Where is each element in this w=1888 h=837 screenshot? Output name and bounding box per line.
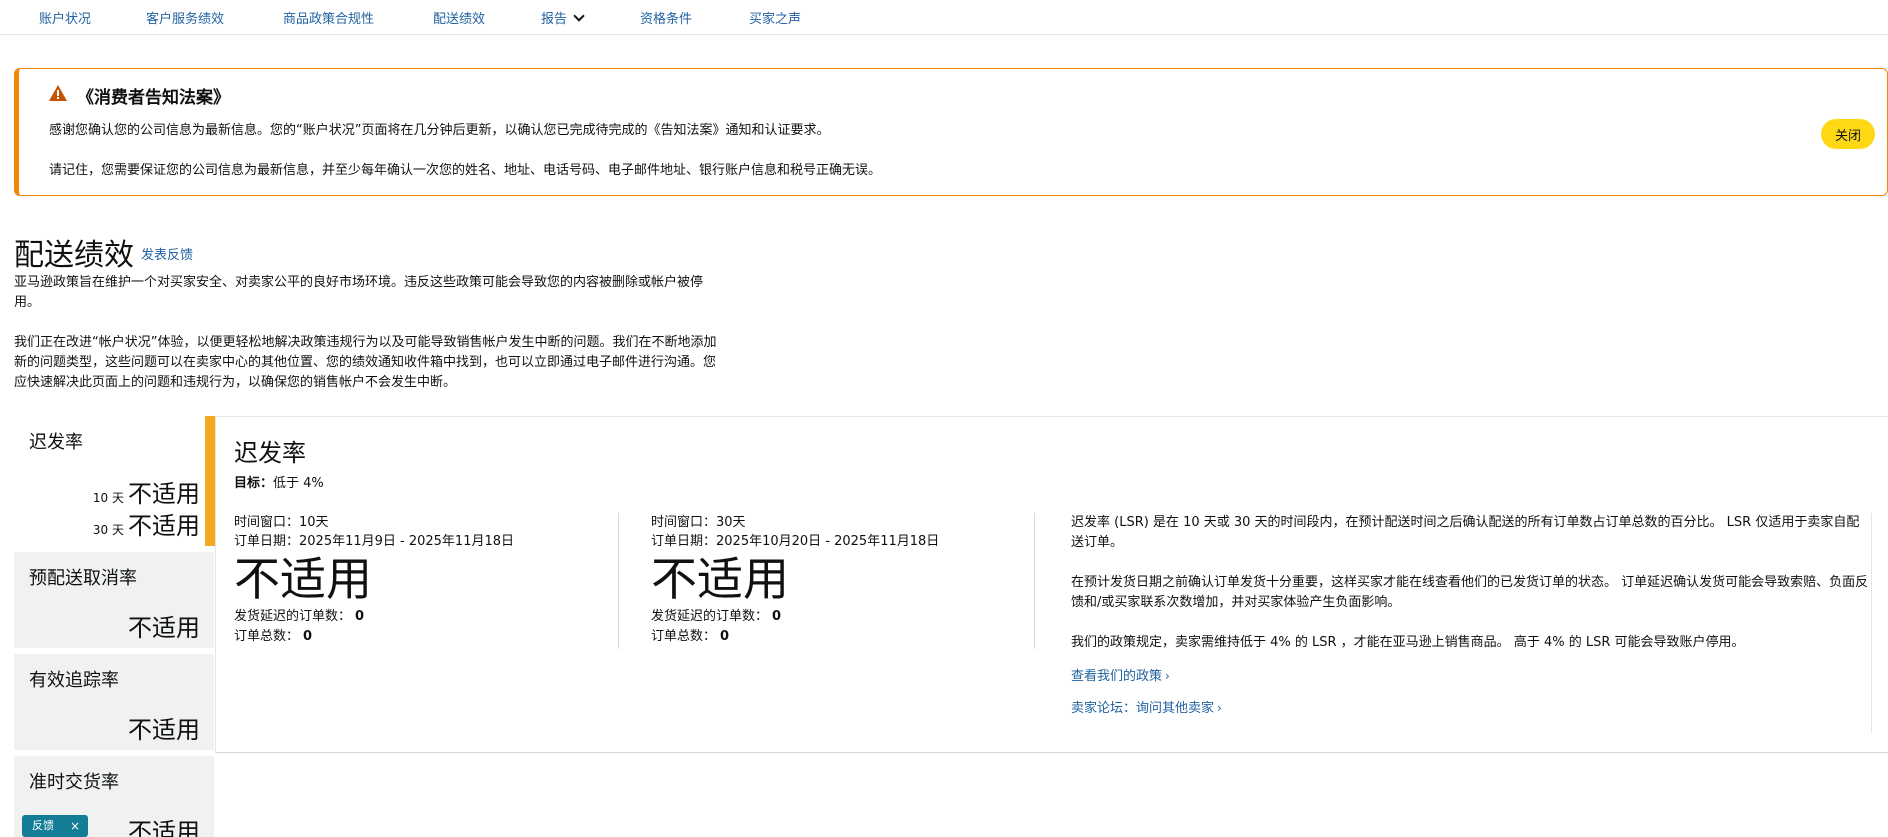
value: 不适用 xyxy=(128,480,200,508)
order-dates: 订单日期：2025年11月9日 - 2025年11月18日 xyxy=(234,534,515,549)
total-orders-value: 0 xyxy=(720,629,730,644)
rate-value: 不适用 xyxy=(234,552,372,606)
chevron-right-icon: › xyxy=(1165,669,1170,683)
detail-panel: 迟发率 目标：低于 4% 时间窗口：10天 订单日期：2025年11月9日 - … xyxy=(215,416,1888,753)
value: 不适用 xyxy=(128,512,200,540)
total-orders-label: 订单总数： xyxy=(651,629,717,644)
total-orders-label: 订单总数： xyxy=(234,629,300,644)
description: 迟发率 (LSR) 是在 10 天或 30 天的时间段内，在预计配送时间之后确认… xyxy=(1071,513,1871,673)
detail-title: 迟发率 xyxy=(234,439,306,467)
nav-eligibility[interactable]: 资格条件 xyxy=(640,8,692,27)
late-orders-value: 0 xyxy=(772,609,782,624)
intro-paragraph-2: 我们正在改进“帐户状况”体验，以便更轻松地解决政策违规行为以及可能导致销售帐户发… xyxy=(14,335,717,390)
metric-value: 不适用 xyxy=(128,818,200,837)
late-orders-value: 0 xyxy=(355,609,365,624)
time-window: 时间窗口：30天 xyxy=(651,515,746,530)
alert-banner: 《消费者告知法案》 感谢您确认您的公司信息为最新信息。您的“账户状况”页面将在几… xyxy=(14,68,1888,196)
view-policy-label: 查看我们的政策 xyxy=(1071,669,1163,684)
close-icon[interactable]: × xyxy=(70,815,80,837)
late-orders: 发货延迟的订单数： 0 xyxy=(651,607,939,627)
window-10d: 时间窗口：10天 订单日期：2025年11月9日 - 2025年11月18日 不… xyxy=(234,513,514,647)
nav-reports-label: 报告 xyxy=(541,12,568,27)
total-orders-value: 0 xyxy=(303,629,313,644)
metric-late-shipment[interactable]: 迟发率 10 天不适用 30 天不适用 xyxy=(14,416,214,546)
feedback-pill-label: 反馈 xyxy=(32,819,54,832)
metric-name: 预配送取消率 xyxy=(29,568,137,589)
active-indicator xyxy=(205,416,215,546)
nav-voice-of-customer[interactable]: 买家之声 xyxy=(749,8,801,27)
seller-forum-link[interactable]: 卖家论坛：询问其他卖家 › xyxy=(1071,697,1222,716)
divider xyxy=(618,513,619,649)
total-orders: 订单总数： 0 xyxy=(651,627,939,647)
alert-message: 感谢您确认您的公司信息为最新信息。您的“账户状况”页面将在几分钟后更新，以确认您… xyxy=(49,123,830,138)
description-paragraph: 我们的政策规定，卖家需维持低于 4% 的 LSR ，才能在亚马逊上销售商品。 高… xyxy=(1071,635,1745,650)
order-dates: 订单日期：2025年10月20日 - 2025年11月18日 xyxy=(651,534,940,549)
metric-cancel-rate[interactable]: 预配送取消率 不适用 xyxy=(14,552,214,648)
feedback-link[interactable]: 发表反馈 xyxy=(141,244,193,263)
period-label: 30 天 xyxy=(92,523,124,537)
metric-value: 不适用 xyxy=(128,716,200,744)
chevron-right-icon: › xyxy=(1217,701,1222,715)
feedback-pill[interactable]: 反馈 × xyxy=(22,815,88,837)
metric-value: 不适用 xyxy=(128,614,200,642)
late-orders-label: 发货延迟的订单数： xyxy=(234,609,352,624)
nav-customer-service[interactable]: 客户服务绩效 xyxy=(146,8,224,27)
top-nav: 账户状况 客户服务绩效 商品政策合规性 配送绩效 报告 资格条件 买家之声 xyxy=(0,0,1888,35)
nav-policy-compliance[interactable]: 商品政策合规性 xyxy=(283,8,374,27)
metric-name: 准时交货率 xyxy=(29,772,119,793)
warning-icon xyxy=(49,85,67,101)
description-paragraph: 迟发率 (LSR) 是在 10 天或 30 天的时间段内，在预计配送时间之后确认… xyxy=(1071,515,1860,550)
time-window: 时间窗口：10天 xyxy=(234,515,329,530)
goal-value: 低于 4% xyxy=(273,476,324,491)
divider xyxy=(1034,513,1035,649)
period-label: 10 天 xyxy=(92,491,124,505)
nav-shipping-performance[interactable]: 配送绩效 xyxy=(433,8,485,27)
chevron-down-icon xyxy=(573,10,585,22)
late-orders-label: 发货延迟的订单数： xyxy=(651,609,769,624)
metric-name: 迟发率 xyxy=(29,432,83,453)
goal-label: 目标： xyxy=(234,476,274,491)
intro-paragraph: 亚马逊政策旨在维护一个对买家安全、对卖家公平的良好市场环境。违反这些政策可能会导… xyxy=(14,275,704,310)
metric-tracking-rate[interactable]: 有效追踪率 不适用 xyxy=(14,654,214,750)
goal: 目标：低于 4% xyxy=(234,472,324,491)
total-orders: 订单总数： 0 xyxy=(234,627,514,647)
alert-reminder: 请记住，您需要保证您的公司信息为最新信息，并至少每年确认一次您的姓名、地址、电话… xyxy=(49,163,882,178)
metric-value-10d: 10 天不适用 xyxy=(93,474,200,509)
nav-reports[interactable]: 报告 xyxy=(541,8,585,27)
page-title: 配送绩效 xyxy=(14,238,134,273)
seller-forum-label: 卖家论坛：询问其他卖家 xyxy=(1071,701,1215,716)
window-30d: 时间窗口：30天 订单日期：2025年10月20日 - 2025年11月18日 … xyxy=(651,513,939,647)
metric-value-30d: 30 天不适用 xyxy=(93,506,200,541)
metric-name: 有效追踪率 xyxy=(29,670,119,691)
close-button[interactable]: 关闭 xyxy=(1821,119,1875,149)
late-orders: 发货延迟的订单数： 0 xyxy=(234,607,514,627)
divider xyxy=(1871,513,1872,733)
rate-value: 不适用 xyxy=(651,552,789,606)
alert-title: 《消费者告知法案》 xyxy=(77,88,230,108)
view-policy-link[interactable]: 查看我们的政策 › xyxy=(1071,665,1170,684)
description-paragraph: 在预计发货日期之前确认订单发货十分重要，这样买家才能在线查看他们的已发货订单的状… xyxy=(1071,575,1869,610)
nav-account-health[interactable]: 账户状况 xyxy=(39,8,91,27)
